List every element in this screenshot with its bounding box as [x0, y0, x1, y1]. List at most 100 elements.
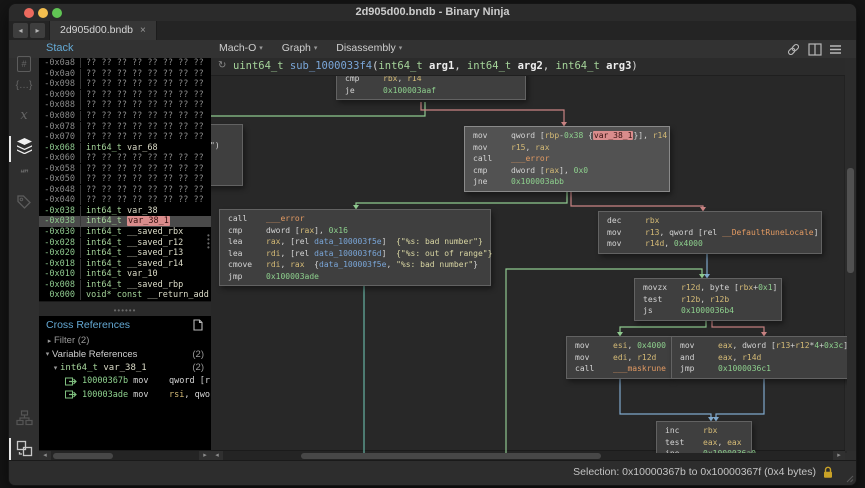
instruction-line[interactable]: andeax, r14d: [680, 352, 842, 364]
stack-row[interactable]: -0x090?? ?? ?? ?? ?? ?? ?? ??: [39, 90, 211, 101]
instruction-line[interactable]: call___maskrune: [575, 363, 663, 375]
xrefs-group-var-38-1[interactable]: ▾int64_t var_38_1(2): [39, 361, 211, 375]
stack-row[interactable]: -0x0a0?? ?? ?? ?? ?? ?? ?? ??: [39, 69, 211, 80]
stack-row-selected[interactable]: -0x038int64_t var_38_1: [39, 216, 211, 227]
stack-row[interactable]: -0x008int64_t __saved_rbp: [39, 279, 211, 290]
instruction-line[interactable]: js0x1000036b4: [643, 305, 773, 317]
instruction-line[interactable]: jne0x1000036a0: [665, 448, 743, 453]
instruction-line[interactable]: decrbx: [607, 215, 813, 227]
graph-node-block-runelocale[interactable]: decrbxmovr13, qword [rel __DefaultRuneLo…: [598, 211, 822, 254]
instruction-line[interactable]: incrbx: [665, 425, 743, 437]
refresh-icon[interactable]: ↻: [218, 60, 226, 71]
instruction-line[interactable]: cmpdword [rax], 0x16: [228, 225, 482, 237]
code-token: 0x4000: [674, 239, 703, 248]
graph-node-block-error-check[interactable]: movqword [rbp-0x38 {var_38_1}], r14movr1…: [464, 126, 670, 192]
instruction-line[interactable]: leardi, [rel data_100003f6d] {"%s: out o…: [228, 248, 482, 260]
xrefs-group-variable-references[interactable]: ▾Variable References(2): [39, 348, 211, 362]
instruction-line[interactable]: movzxr12d, byte [rbx+0x1]: [643, 282, 773, 294]
stack-row[interactable]: -0x098?? ?? ?? ?? ?? ?? ?? ??: [39, 79, 211, 90]
menu-il-level[interactable]: Disassembly ▾: [336, 42, 402, 54]
stack-row[interactable]: -0x028int64_t __saved_r12: [39, 237, 211, 248]
stack-row[interactable]: -0x078?? ?? ?? ?? ?? ?? ?? ??: [39, 121, 211, 132]
resize-grip[interactable]: [844, 473, 854, 483]
stack-row[interactable]: -0x020int64_t __saved_r13: [39, 248, 211, 259]
stack-row[interactable]: -0x048?? ?? ?? ?? ?? ?? ?? ??: [39, 185, 211, 196]
tab-document[interactable]: 2d905d00.bndb×: [49, 21, 157, 40]
instruction-line[interactable]: call___error: [228, 213, 482, 225]
instruction-line[interactable]: testr12b, r12b: [643, 294, 773, 306]
instruction-line[interactable]: movedi, r12d: [575, 352, 663, 364]
scrollbar-thumb[interactable]: [847, 168, 854, 273]
instruction-line[interactable]: movqword [rbp-0x38 {var_38_1}], r14: [473, 130, 661, 142]
instruction-line[interactable]: "): [211, 140, 234, 152]
menu-loader[interactable]: Mach-O ▾: [219, 42, 263, 54]
graph-edge: [712, 319, 764, 332]
instruction-line[interactable]: movr14d, 0x4000: [607, 238, 813, 250]
graph-node-block-table-lookup[interactable]: moveax, dword [r13+r12*4+0x3c]andeax, r1…: [671, 336, 847, 379]
instruction-line[interactable]: moveax, dword [r13+r12*4+0x3c]: [680, 340, 842, 352]
xref-item[interactable]: 10000367b mov qword [r: [39, 375, 211, 389]
graph-edge: [716, 377, 764, 417]
stack-row[interactable]: -0x040?? ?? ?? ?? ?? ?? ?? ??: [39, 195, 211, 206]
stack-icon[interactable]: [9, 138, 39, 159]
symbols-icon[interactable]: #: [9, 54, 39, 72]
code-token: mov: [128, 390, 169, 400]
instruction-line[interactable]: movr13, qword [rel __DefaultRuneLocale]: [607, 227, 813, 239]
graph-node-block-partial-left[interactable]: "): [211, 124, 243, 186]
tags-icon[interactable]: [9, 194, 39, 215]
nav-forward-button[interactable]: ▸: [30, 23, 45, 38]
graph-canvas[interactable]: cmprbx, r14je0x100003aaf ") movqword [rbp-…: [211, 75, 847, 453]
stack-row[interactable]: -0x080?? ?? ?? ?? ?? ?? ?? ??: [39, 111, 211, 122]
instruction-line[interactable]: learax, [rel data_100003f5e] {"%s: bad n…: [228, 236, 482, 248]
stack-row[interactable]: 0x000void* const __return_add: [39, 290, 211, 301]
stack-row[interactable]: -0x010int64_t var_10: [39, 269, 211, 280]
nav-back-button[interactable]: ◂: [13, 23, 28, 38]
instruction-line[interactable]: cmprbx, r14: [345, 75, 517, 85]
types-icon[interactable]: {…}: [9, 80, 39, 91]
strings-icon[interactable]: ❝❞: [9, 168, 39, 179]
instruction-line[interactable]: cmpdword [rax], 0x0: [473, 165, 661, 177]
instruction-line[interactable]: call___error: [473, 153, 661, 165]
stack-row[interactable]: -0x038int64_t var_38: [39, 206, 211, 217]
document-icon[interactable]: [193, 319, 203, 331]
tab-close-icon[interactable]: ×: [140, 25, 146, 36]
stack-row[interactable]: -0x070?? ?? ?? ?? ?? ?? ?? ??: [39, 132, 211, 143]
xrefs-filter-row[interactable]: ▸Filter (2): [39, 334, 211, 348]
stack-row[interactable]: -0x058?? ?? ?? ?? ?? ?? ?? ??: [39, 163, 211, 174]
code-token: rbx: [703, 426, 717, 435]
stack-row[interactable]: -0x060?? ?? ?? ?? ?? ?? ?? ??: [39, 153, 211, 164]
stack-row[interactable]: -0x068int64_t var_68: [39, 142, 211, 153]
vertical-splitter-handle[interactable]: ••••: [207, 234, 210, 250]
instruction-line[interactable]: movr15, rax: [473, 142, 661, 154]
graph-node-block-bad-number[interactable]: call___errorcmpdword [rax], 0x16learax, …: [219, 209, 491, 286]
link-sync-icon[interactable]: [786, 42, 801, 57]
split-view-icon[interactable]: [808, 43, 822, 56]
instruction-line[interactable]: jmp0x100003ade: [228, 271, 482, 283]
stack-row[interactable]: -0x018int64_t __saved_r14: [39, 258, 211, 269]
graph-node-block-movzx[interactable]: movzxr12d, byte [rbx+0x1]testr12b, r12bj…: [634, 278, 782, 321]
scrollbar-thumb[interactable]: [53, 453, 113, 459]
instruction-line[interactable]: jmp0x1000036c1: [680, 363, 842, 375]
stack-row[interactable]: -0x088?? ?? ?? ?? ?? ?? ?? ??: [39, 100, 211, 111]
outline-icon[interactable]: [9, 410, 39, 431]
stack-row[interactable]: -0x030int64_t __saved_rbx: [39, 227, 211, 238]
instruction-line[interactable]: [211, 128, 234, 140]
graph-node-block-cmp-je[interactable]: cmprbx, r14je0x100003aaf: [336, 75, 526, 100]
stack-row[interactable]: -0x050?? ?? ?? ?? ?? ?? ?? ??: [39, 174, 211, 185]
lock-icon[interactable]: [822, 466, 834, 479]
variables-icon[interactable]: x: [9, 108, 39, 123]
instruction-line[interactable]: cmoverdi, rax {data_100003f5e, "%s: bad …: [228, 259, 482, 271]
stack-row[interactable]: -0x0a8?? ?? ?? ?? ?? ?? ?? ??: [39, 58, 211, 69]
xref-item[interactable]: 100003ade mov rsi, qwo: [39, 388, 211, 402]
graph-node-block-loop-inc[interactable]: incrbxtesteax, eaxjne0x1000036a0: [656, 421, 752, 453]
graph-overview-icon[interactable]: [9, 440, 39, 462]
instruction-line[interactable]: testeax, eax: [665, 437, 743, 449]
hamburger-menu-icon[interactable]: [829, 44, 842, 55]
instruction-line[interactable]: movesi, 0x4000: [575, 340, 663, 352]
scrollbar-thumb[interactable]: [301, 453, 601, 459]
code-token: var_38: [127, 206, 158, 216]
instruction-line[interactable]: jne0x100003abb: [473, 176, 661, 188]
graph-node-block-maskrune[interactable]: movesi, 0x4000movedi, r12dcall___maskrun…: [566, 336, 672, 379]
instruction-line[interactable]: je0x100003aaf: [345, 85, 517, 97]
menu-view-type[interactable]: Graph ▾: [282, 42, 318, 54]
